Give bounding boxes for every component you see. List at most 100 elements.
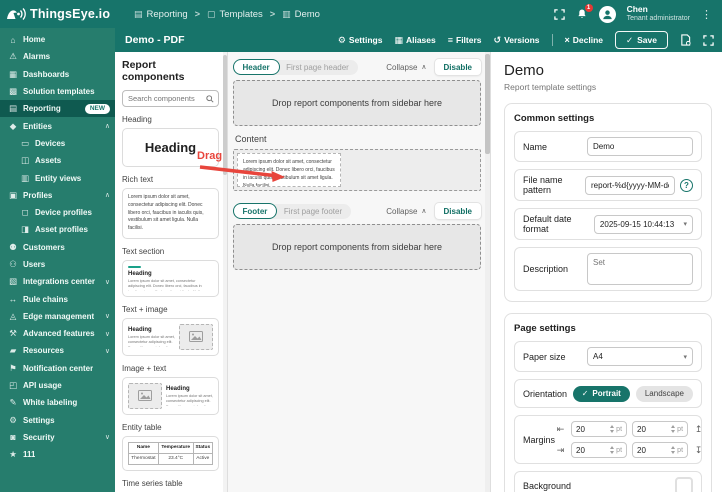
scrollbar-thumb[interactable] [485, 54, 490, 154]
sidebar-item-111[interactable]: ★ 111 [0, 446, 115, 463]
breadcrumb-templates[interactable]: ▢ Templates [207, 9, 263, 20]
tab-footer[interactable]: Footer [232, 203, 278, 219]
name-field[interactable] [587, 137, 693, 156]
sidebar-item-entities[interactable]: ◆ Entities ∧ [0, 117, 115, 134]
tab-first-page-footer[interactable]: First page footer [277, 204, 351, 219]
margin-right-stepper[interactable]: pt [571, 442, 628, 458]
section-label-image-text: Image + text [122, 363, 167, 373]
sidebar-item-settings[interactable]: ⚙ Settings [0, 412, 115, 429]
sidebar-item-home[interactable]: ⌂ Home [0, 31, 115, 48]
more-menu-icon[interactable]: ⋮ [701, 8, 712, 21]
sidebar-item-devices[interactable]: ▭ Devices [0, 135, 115, 152]
panel-subtitle: Report template settings [504, 82, 597, 92]
decline-button[interactable]: × Decline [565, 35, 604, 45]
tab-header[interactable]: Header [232, 59, 280, 75]
template-canvas: Header First page header Collapse ∧ Disa… [228, 52, 490, 492]
search-input[interactable] [128, 94, 206, 103]
date-format-select[interactable]: 2025-09-15 10:44:13 ▾ [593, 214, 693, 234]
sidebar-item-advanced-features[interactable]: ⚒ Advanced features ∨ [0, 325, 115, 342]
margin-bottom-stepper[interactable]: pt [632, 442, 689, 458]
tab-first-page-header[interactable]: First page header [279, 60, 358, 75]
sidebar-item-dashboards[interactable]: ▦ Dashboards [0, 66, 115, 83]
sidebar-item-customers[interactable]: ⚉ Customers [0, 239, 115, 256]
component-card-rich-text[interactable]: Lorem ipsum dolor sit amet, consectetur … [122, 188, 219, 239]
sidebar-item-assets[interactable]: ◫ Assets [0, 152, 115, 169]
aliases-button[interactable]: ▦ Aliases [394, 35, 435, 46]
stepper-arrows[interactable] [671, 425, 676, 433]
collapse-header-link[interactable]: Collapse ∧ [386, 63, 426, 72]
notifications-button[interactable]: 1 [576, 4, 593, 20]
sidebar-item-edge-management[interactable]: ◬ Edge management ∨ [0, 308, 115, 325]
sidebar-item-integrations-center[interactable]: ▧ Integrations center ∨ [0, 273, 115, 290]
sidebar-item-profiles[interactable]: ▣ Profiles ∧ [0, 187, 115, 204]
sidebar-item-api-usage[interactable]: ◰ API usage [0, 377, 115, 394]
profiles-icon: ▣ [8, 189, 18, 200]
component-card-entity-table[interactable]: Name Temperature Status Thermostat 23.4°… [122, 435, 219, 471]
dropped-rich-text-component[interactable]: Lorem ipsum dolor sit amet, consectetur … [237, 153, 341, 187]
fullscreen-icon[interactable] [703, 34, 714, 46]
description-field[interactable] [587, 253, 693, 285]
footer-tabs: Footer First page footer [232, 203, 352, 219]
canvas-scrollbar[interactable] [485, 52, 490, 492]
header-dropzone[interactable]: Drop report components from sidebar here [233, 80, 481, 126]
components-scrollbar[interactable] [223, 52, 227, 492]
collapse-footer-link[interactable]: Collapse ∧ [386, 207, 426, 216]
paper-size-select[interactable]: A4 ▾ [587, 347, 693, 366]
sidebar-item-device-profiles[interactable]: ◻ Device profiles [0, 204, 115, 221]
help-icon[interactable]: ? [680, 178, 693, 192]
portrait-toggle[interactable]: ✓ Portrait [572, 385, 630, 402]
landscape-toggle[interactable]: Landscape [635, 385, 693, 402]
generate-report-icon[interactable] [680, 34, 691, 46]
margin-right-value[interactable] [576, 445, 599, 455]
margin-left-value[interactable] [576, 424, 599, 434]
sidebar-item-reporting[interactable]: ▤ Reporting NEW [0, 100, 115, 118]
sidebar-item-security[interactable]: ◙ Security ∨ [0, 429, 115, 446]
section-label-rich-text: Rich text [122, 175, 154, 184]
sidebar-item-asset-profiles[interactable]: ◨ Asset profiles [0, 221, 115, 238]
footer-dropzone[interactable]: Drop report components from sidebar here [233, 224, 481, 270]
content-dropzone[interactable]: Lorem ipsum dolor sit amet, consectetur … [233, 149, 481, 191]
stepper-arrows[interactable] [671, 446, 676, 454]
versions-button[interactable]: ↺ Versions [494, 35, 540, 46]
breadcrumb-demo[interactable]: ▥ Demo [282, 9, 320, 20]
margin-left-stepper[interactable]: pt [571, 421, 628, 437]
margins-label: Margins [523, 434, 556, 445]
sidebar-item-entity-views[interactable]: ▥ Entity views [0, 169, 115, 186]
component-card-image-text[interactable]: Heading Lorem ipsum dolor sit amet, cons… [122, 376, 219, 415]
sidebar-item-solution-templates[interactable]: ▩ Solution templates [0, 83, 115, 100]
filters-button[interactable]: ≡ Filters [448, 35, 482, 45]
stepper-arrows[interactable] [610, 446, 615, 454]
sidebar-item-rule-chains[interactable]: ↔ Rule chains [0, 290, 115, 307]
panel-title: Demo [504, 62, 545, 79]
sidebar-item-notification-center[interactable]: ⚑ Notification center [0, 360, 115, 377]
security-icon: ◙ [10, 432, 16, 443]
description-label: Description [523, 264, 569, 274]
page-settings-card: Page settings Paper size A4 ▾ Orientatio… [504, 313, 712, 492]
report-icon: ▥ [282, 8, 291, 19]
file-pattern-field[interactable] [585, 175, 675, 195]
scrollbar-thumb[interactable] [223, 55, 227, 175]
component-card-text-section[interactable]: Heading Lorem ipsum dolor sit amet, cons… [122, 259, 219, 297]
disable-header-button[interactable]: Disable [434, 59, 481, 75]
settings-button[interactable]: ⚙ Settings [338, 35, 383, 46]
user-info[interactable]: Chen Tenant administrator [627, 4, 690, 23]
components-search[interactable] [122, 90, 219, 107]
avatar[interactable] [598, 5, 616, 23]
sidebar-item-users[interactable]: ⚇ Users [0, 256, 115, 273]
margin-top-value[interactable] [637, 424, 660, 434]
dashboards-icon: ▦ [8, 68, 18, 79]
name-field-row: Name [514, 131, 702, 162]
logo[interactable]: ThingsEye.io [0, 6, 120, 22]
sidebar-item-resources[interactable]: ▰ Resources ∨ [0, 342, 115, 359]
margin-bottom-value[interactable] [637, 445, 660, 455]
sidebar-item-white-labeling[interactable]: ✎ White labeling [0, 394, 115, 411]
save-button[interactable]: ✓ Save [615, 31, 668, 49]
margin-top-stepper[interactable]: pt [632, 421, 689, 437]
stepper-arrows[interactable] [610, 425, 615, 433]
disable-footer-button[interactable]: Disable [434, 203, 481, 219]
component-card-text-image[interactable]: Heading Lorem ipsum dolor sit amet, cons… [122, 317, 219, 356]
sidebar-item-alarms[interactable]: ⚠ Alarms [0, 48, 115, 65]
background-picker[interactable] [675, 477, 693, 492]
breadcrumb-reporting[interactable]: ▤ Reporting [134, 9, 188, 20]
fullscreen-icon[interactable] [553, 8, 565, 20]
